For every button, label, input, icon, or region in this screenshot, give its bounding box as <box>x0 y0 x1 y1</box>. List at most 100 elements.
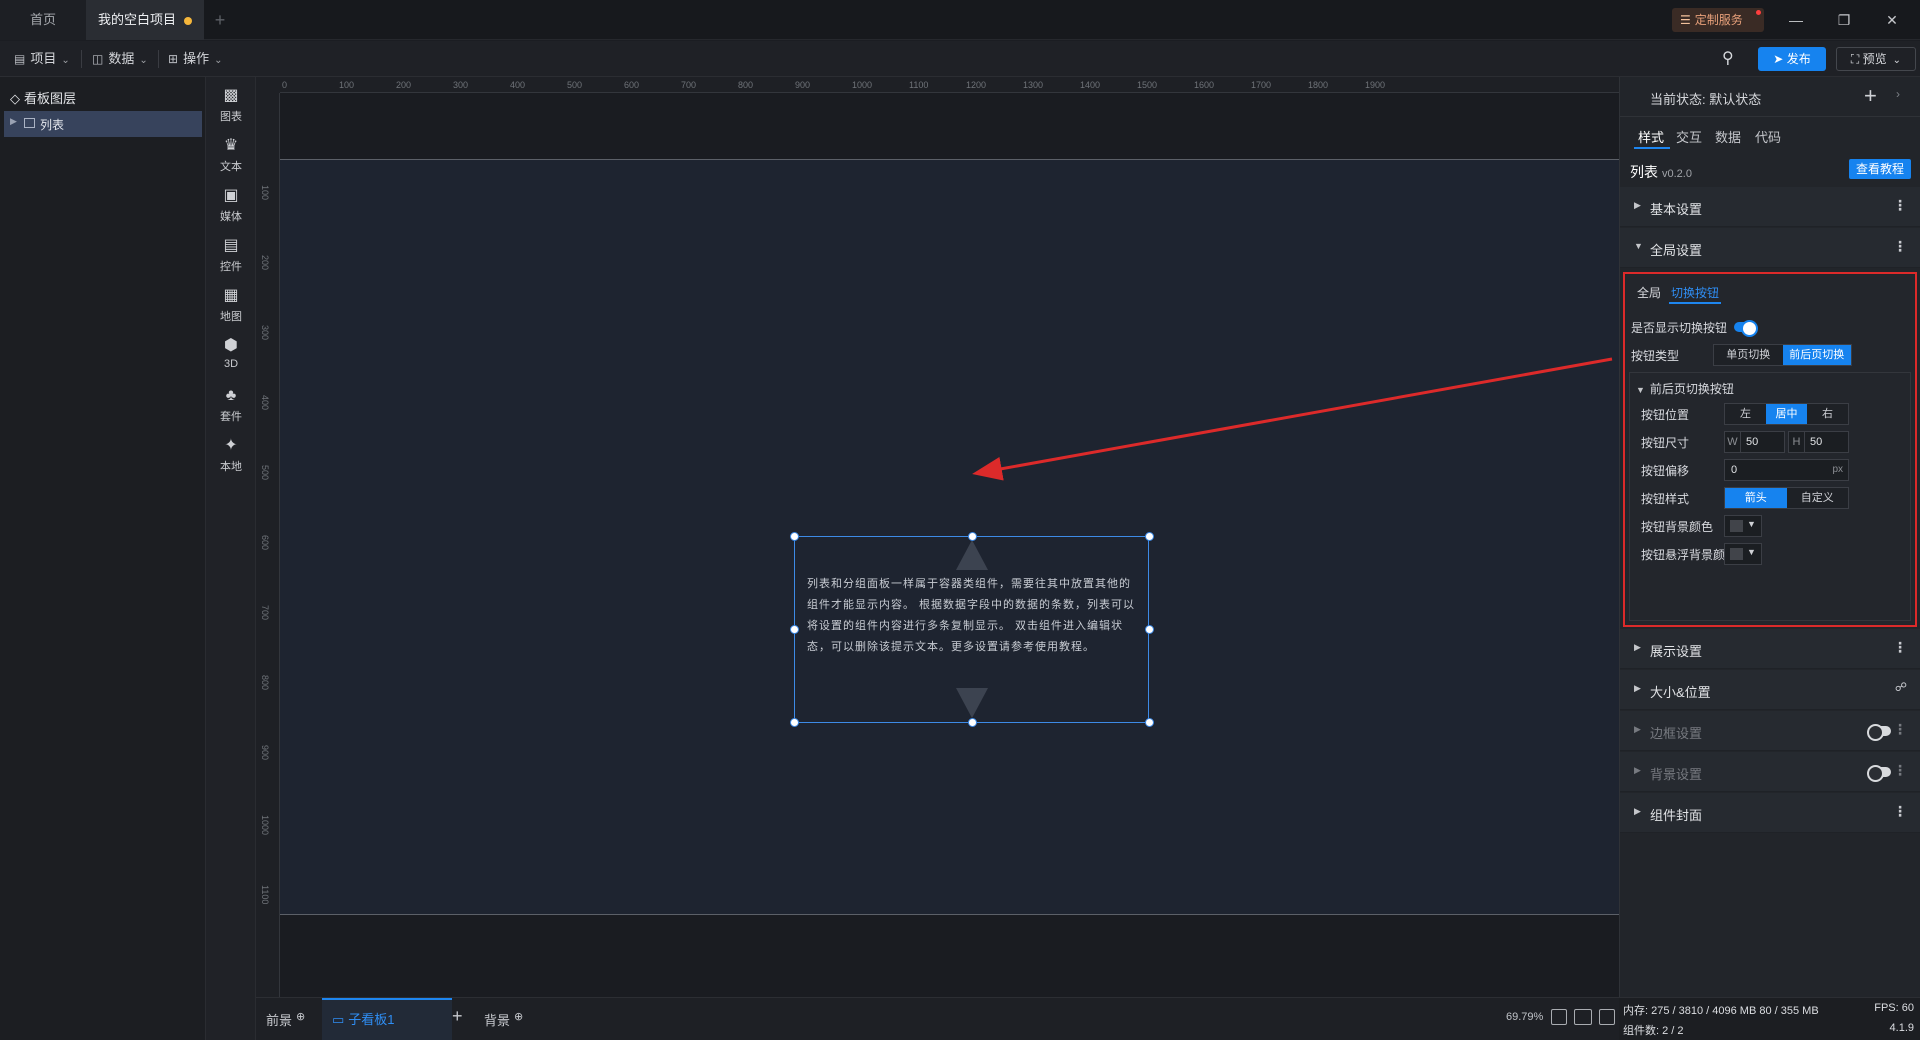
tool-kit[interactable]: ♣ 套件 <box>206 387 256 424</box>
layer-item-list[interactable]: ▶ 列表 <box>4 111 202 137</box>
ruler-v-label: 300 <box>260 325 270 341</box>
more-vertical-icon[interactable]: ⋮ <box>1893 803 1907 820</box>
more-vertical-icon[interactable]: ⋮ <box>1893 639 1907 656</box>
section-global[interactable]: ▼ 全局设置 ⋮ <box>1620 228 1920 268</box>
zoom-level[interactable]: 69.79% <box>1506 1011 1543 1023</box>
component-version: v0.2.0 <box>1662 168 1692 180</box>
ruler-h-label: 1500 <box>1137 80 1158 90</box>
component-name: 列表 v0.2.0 <box>1630 162 1692 182</box>
border-toggle[interactable] <box>1867 724 1891 741</box>
tab-code[interactable]: 代码 <box>1755 127 1781 146</box>
title-bar: 首页 我的空白项目 + ☰ 定制服务 — ❐ ✕ <box>0 0 1920 40</box>
more-vertical-icon[interactable]: ⋮ <box>1893 197 1907 214</box>
section-cover[interactable]: ▶ 组件封面 ⋮ <box>1620 793 1920 833</box>
prev-arrow-icon[interactable] <box>956 540 988 570</box>
tab-home[interactable]: 首页 <box>0 0 86 40</box>
add-tab-button[interactable]: + <box>210 0 230 40</box>
ruler-h-label: 200 <box>396 80 412 90</box>
tab-foreground[interactable]: 前景 ⊕ <box>266 1010 305 1029</box>
more-vertical-icon[interactable]: ⋮ <box>1893 762 1907 779</box>
fps-counter: FPS: 60 <box>1874 1002 1914 1014</box>
tool-chart[interactable]: ▩ 图表 <box>206 87 256 124</box>
lock-icon[interactable]: ☍ <box>1895 680 1907 694</box>
section-basic[interactable]: ▶ 基本设置 ⋮ <box>1620 187 1920 227</box>
resize-handle[interactable] <box>790 625 799 634</box>
tab-style[interactable]: 样式 <box>1638 127 1664 146</box>
ruler-v-label: 500 <box>260 465 270 481</box>
ruler-v-label: 1100 <box>260 885 270 905</box>
more-vertical-icon[interactable]: ⋮ <box>1893 238 1907 255</box>
fullscreen-icon: ⛶ <box>1850 52 1863 66</box>
add-circle-icon[interactable]: ⊕ <box>514 1011 523 1023</box>
add-circle-icon[interactable]: ⊕ <box>296 1011 305 1023</box>
close-button[interactable]: ✕ <box>1872 0 1912 40</box>
menu-operation[interactable]: ⊞ 操作 ⌄ <box>168 41 222 77</box>
ruler-h-label: 500 <box>567 80 583 90</box>
tab-interaction[interactable]: 交互 <box>1676 127 1702 146</box>
monitor-icon: ▭ <box>332 1012 345 1027</box>
tool-label: 媒体 <box>220 211 242 223</box>
section-display[interactable]: ▶ 展示设置 ⋮ <box>1620 629 1920 669</box>
resize-handle[interactable] <box>790 532 799 541</box>
dashboard-board[interactable]: 列表和分组面板一样属于容器类组件，需要往其中放置其他的组件才能显示内容。 根据数… <box>280 159 1619 915</box>
custom-service-button[interactable]: ☰ 定制服务 <box>1672 8 1764 32</box>
tab-project[interactable]: 我的空白项目 <box>86 0 204 40</box>
control-icon: ▤ <box>223 237 239 254</box>
section-size-position[interactable]: ▶ 大小&位置 ☍ <box>1620 670 1920 710</box>
background-toggle[interactable] <box>1867 765 1891 782</box>
menu-project[interactable]: ▤ 项目 ⌄ <box>14 41 70 77</box>
list-widget[interactable]: 列表和分组面板一样属于容器类组件，需要往其中放置其他的组件才能显示内容。 根据数… <box>790 532 1154 727</box>
tab-child-board[interactable]: ▭ 子看板1 <box>322 998 452 1040</box>
memory-usage: 内存: 275 / 3810 / 4096 MB 80 / 355 MB <box>1623 1005 1819 1017</box>
tab-data[interactable]: 数据 <box>1715 127 1741 146</box>
chevron-down-icon: ⌄ <box>61 55 70 66</box>
chevron-down-icon: ⌄ <box>214 55 223 66</box>
expand-arrow-icon[interactable]: ▶ <box>10 116 17 127</box>
tool-text[interactable]: ♛ 文本 <box>206 137 256 174</box>
current-state-label: 当前状态: 默认状态 <box>1650 92 1762 107</box>
tab-foreground-label: 前景 <box>266 1013 293 1028</box>
section-background[interactable]: ▶ 背景设置 ⋮ <box>1620 752 1920 792</box>
resize-handle[interactable] <box>790 718 799 727</box>
chevron-right-icon[interactable]: › <box>1896 87 1900 101</box>
preview-button[interactable]: ⛶ 预览 ⌄ <box>1836 47 1916 71</box>
keyboard-icon[interactable] <box>1574 1009 1592 1025</box>
resize-handle[interactable] <box>1145 625 1154 634</box>
tool-map[interactable]: ▦ 地图 <box>206 287 256 324</box>
next-arrow-icon[interactable] <box>956 688 988 718</box>
menu-data[interactable]: ◫ 数据 ⌄ <box>92 41 148 77</box>
section-border[interactable]: ▶ 边框设置 ⋮ <box>1620 711 1920 751</box>
minimize-button[interactable]: — <box>1776 0 1816 40</box>
custom-service-label: 定制服务 <box>1694 13 1743 27</box>
ruler-h-label: 700 <box>681 80 697 90</box>
canvas-area[interactable]: 0 100 200 300 400 500 600 700 800 900 1000 1100 1200… <box>256 77 1619 997</box>
add-state-icon[interactable]: + <box>1864 83 1877 109</box>
resize-handle[interactable] <box>968 718 977 727</box>
resize-handle[interactable] <box>968 532 977 541</box>
publish-button[interactable]: ➤ 发布 <box>1758 47 1826 71</box>
fit-screen-icon[interactable] <box>1551 1009 1567 1025</box>
tool-local[interactable]: ✦ 本地 <box>206 437 256 474</box>
section-title: 组件封面 <box>1650 808 1703 823</box>
tool-label: 文本 <box>220 161 242 173</box>
restore-button[interactable]: ❐ <box>1824 0 1864 40</box>
tool-label: 图表 <box>220 111 242 123</box>
list-icon <box>24 118 35 128</box>
add-board-button[interactable]: + <box>452 1006 463 1027</box>
document-icon: ▤ <box>14 52 26 66</box>
search-icon[interactable]: ⚲ <box>1722 41 1746 77</box>
tool-label: 3D <box>223 358 239 370</box>
section-title: 全局设置 <box>1650 243 1703 258</box>
tab-background[interactable]: 背景 ⊕ <box>484 1010 523 1029</box>
tool-media[interactable]: ▣ 媒体 <box>206 187 256 224</box>
view-tutorial-button[interactable]: 查看教程 <box>1849 159 1911 179</box>
terminal-icon[interactable] <box>1599 1009 1615 1025</box>
resize-handle[interactable] <box>1145 718 1154 727</box>
more-vertical-icon[interactable]: ⋮ <box>1893 721 1907 738</box>
chevron-down-icon: ⌄ <box>1892 55 1902 66</box>
resize-handle[interactable] <box>1145 532 1154 541</box>
tool-control[interactable]: ▤ 控件 <box>206 237 256 274</box>
ruler-h-label: 300 <box>453 80 469 90</box>
ruler-v-label: 400 <box>260 395 270 411</box>
tool-3d[interactable]: ⬢ 3D <box>206 337 256 370</box>
